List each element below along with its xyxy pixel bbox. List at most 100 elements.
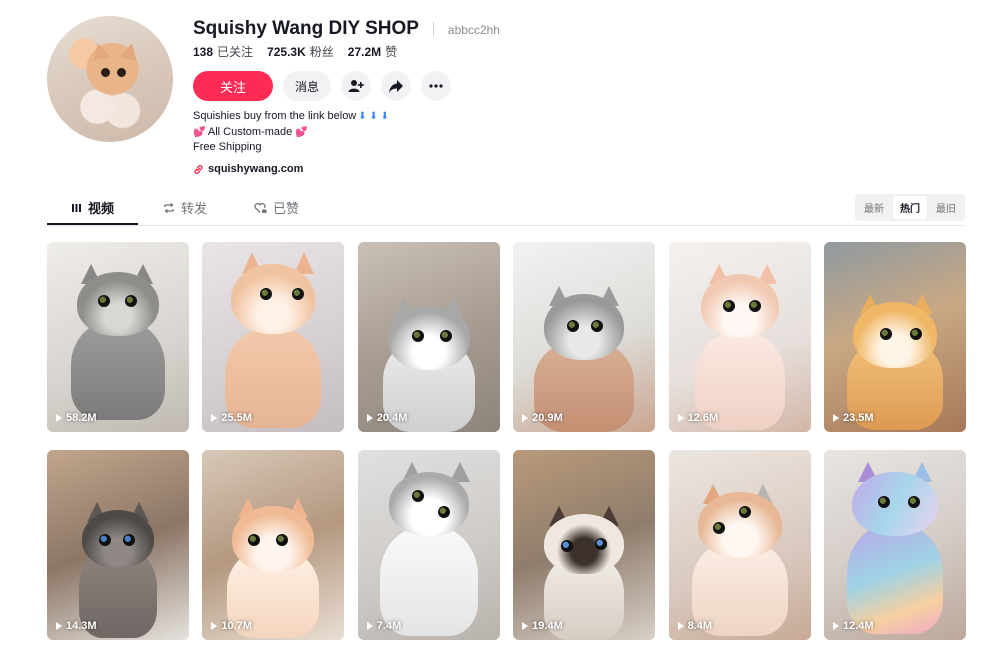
video-views: 12.4M <box>832 620 874 632</box>
video-card[interactable]: 19.4M <box>513 450 656 640</box>
repost-icon <box>164 202 174 213</box>
more-button[interactable] <box>421 71 451 101</box>
content-tabs: 视频 转发 已赞 最新 热门 最旧 <box>47 194 965 226</box>
view-count: 12.4M <box>842 620 874 632</box>
add-user-icon <box>348 80 364 92</box>
view-count: 23.5M <box>842 412 874 424</box>
active-tab-indicator <box>47 223 138 225</box>
profile-stats: 138 已关注 725.3K 粉丝 27.2M 赞 <box>193 43 397 60</box>
video-thumbnail <box>77 272 159 336</box>
video-card[interactable]: 25.5M <box>202 242 345 432</box>
message-button[interactable]: 消息 <box>283 71 331 101</box>
video-thumbnail <box>437 506 450 518</box>
play-icon <box>677 414 684 422</box>
bio-line: Squishies buy from the link below ⬇ ⬇ ⬇ <box>193 109 389 125</box>
video-card[interactable]: 10.7M <box>202 450 345 640</box>
sort-toggle: 最新 热门 最旧 <box>855 194 965 221</box>
profile-link[interactable]: squishywang.com <box>193 163 303 175</box>
view-count: 20.4M <box>376 412 408 424</box>
profile-name: Squishy Wang DIY SHOP <box>193 18 419 39</box>
tab-liked[interactable]: 已赞 <box>254 198 299 217</box>
sort-popular[interactable]: 热门 <box>893 196 927 219</box>
hearts-icon: 💕 <box>193 126 206 138</box>
video-thumbnail <box>82 510 154 568</box>
video-views: 23.5M <box>832 412 874 424</box>
play-icon <box>832 622 839 630</box>
avatar-cat-eye <box>117 68 126 77</box>
view-count: 14.3M <box>66 620 97 632</box>
video-views: 14.3M <box>56 620 97 632</box>
video-card[interactable]: 14.3M <box>47 450 189 640</box>
video-card[interactable]: 12.4M <box>823 450 966 640</box>
stat-label: 已关注 <box>217 45 254 59</box>
tab-videos[interactable]: 视频 <box>71 198 114 217</box>
share-icon <box>389 79 403 93</box>
grid-bars-icon <box>72 204 81 212</box>
video-thumbnail <box>907 496 920 508</box>
video-thumbnail <box>231 264 316 334</box>
sort-oldest[interactable]: 最旧 <box>929 196 963 219</box>
tab-reposts[interactable]: 转发 <box>163 198 207 217</box>
profile-avatar <box>47 16 173 142</box>
more-dots-icon <box>429 84 443 88</box>
avatar-cat-ear <box>89 40 111 62</box>
play-icon <box>677 622 684 630</box>
view-count: 12.6M <box>687 412 719 424</box>
video-thumbnail <box>388 472 469 536</box>
video-thumbnail <box>439 330 452 342</box>
follow-button[interactable]: 关注 <box>193 71 273 101</box>
stat-followers[interactable]: 725.3K 粉丝 <box>267 43 334 60</box>
view-count: 7.4M <box>376 620 402 632</box>
avatar-cat-ear <box>119 40 141 62</box>
video-card[interactable]: 8.4M <box>668 450 811 640</box>
video-thumbnail <box>712 522 725 534</box>
play-icon <box>366 622 373 630</box>
profile-actions: 关注 消息 <box>193 71 451 101</box>
sort-latest[interactable]: 最新 <box>857 196 891 219</box>
play-icon <box>211 414 218 422</box>
play-icon <box>522 414 529 422</box>
video-thumbnail <box>722 300 735 312</box>
add-friend-button[interactable] <box>341 71 371 101</box>
tab-label: 已赞 <box>273 201 300 216</box>
video-thumbnail <box>851 472 938 536</box>
play-icon <box>211 622 218 630</box>
video-views: 20.9M <box>522 412 563 424</box>
video-card[interactable]: 20.4M <box>357 242 500 432</box>
video-card[interactable]: 20.9M <box>513 242 656 432</box>
video-thumbnail <box>99 534 111 546</box>
video-thumbnail <box>98 295 110 307</box>
video-card[interactable]: 7.4M <box>357 450 500 640</box>
hearts-icon: 💕 <box>295 126 308 138</box>
video-thumbnail <box>700 274 779 338</box>
stat-label: 粉丝 <box>309 45 334 59</box>
video-thumbnail <box>544 294 625 360</box>
video-card[interactable]: 23.5M <box>823 242 966 432</box>
profile-title-row: Squishy Wang DIY SHOP abbcc2hh <box>193 18 500 40</box>
stat-value: 27.2M <box>347 45 382 59</box>
avatar-cat-eye <box>101 68 110 77</box>
video-thumbnail <box>125 295 137 307</box>
video-card[interactable]: 58.2M <box>47 242 189 432</box>
video-card[interactable]: 12.6M <box>668 242 811 432</box>
stat-label: 赞 <box>385 45 398 59</box>
bio-line-text: All Custom-made <box>207 125 293 138</box>
video-thumbnail <box>123 534 135 546</box>
video-views: 19.4M <box>522 620 563 632</box>
video-thumbnail <box>697 492 782 558</box>
video-thumbnail <box>846 524 943 634</box>
title-divider <box>432 22 434 36</box>
heart-lock-icon <box>254 202 267 213</box>
view-count: 20.9M <box>532 412 563 424</box>
stat-likes: 27.2M 赞 <box>348 43 397 60</box>
profile-bio: Squishies buy from the link below ⬇ ⬇ ⬇ 💕… <box>193 109 389 156</box>
view-count: 58.2M <box>66 412 97 424</box>
stat-following[interactable]: 138 已关注 <box>193 43 253 60</box>
share-button[interactable] <box>381 71 411 101</box>
bio-line: 💕 All Custom-made 💕 <box>193 125 389 141</box>
video-thumbnail <box>387 306 470 370</box>
video-views: 58.2M <box>56 412 97 424</box>
video-thumbnail <box>738 506 751 518</box>
bio-line: Free Shipping <box>193 140 389 156</box>
video-thumbnail <box>748 300 761 312</box>
